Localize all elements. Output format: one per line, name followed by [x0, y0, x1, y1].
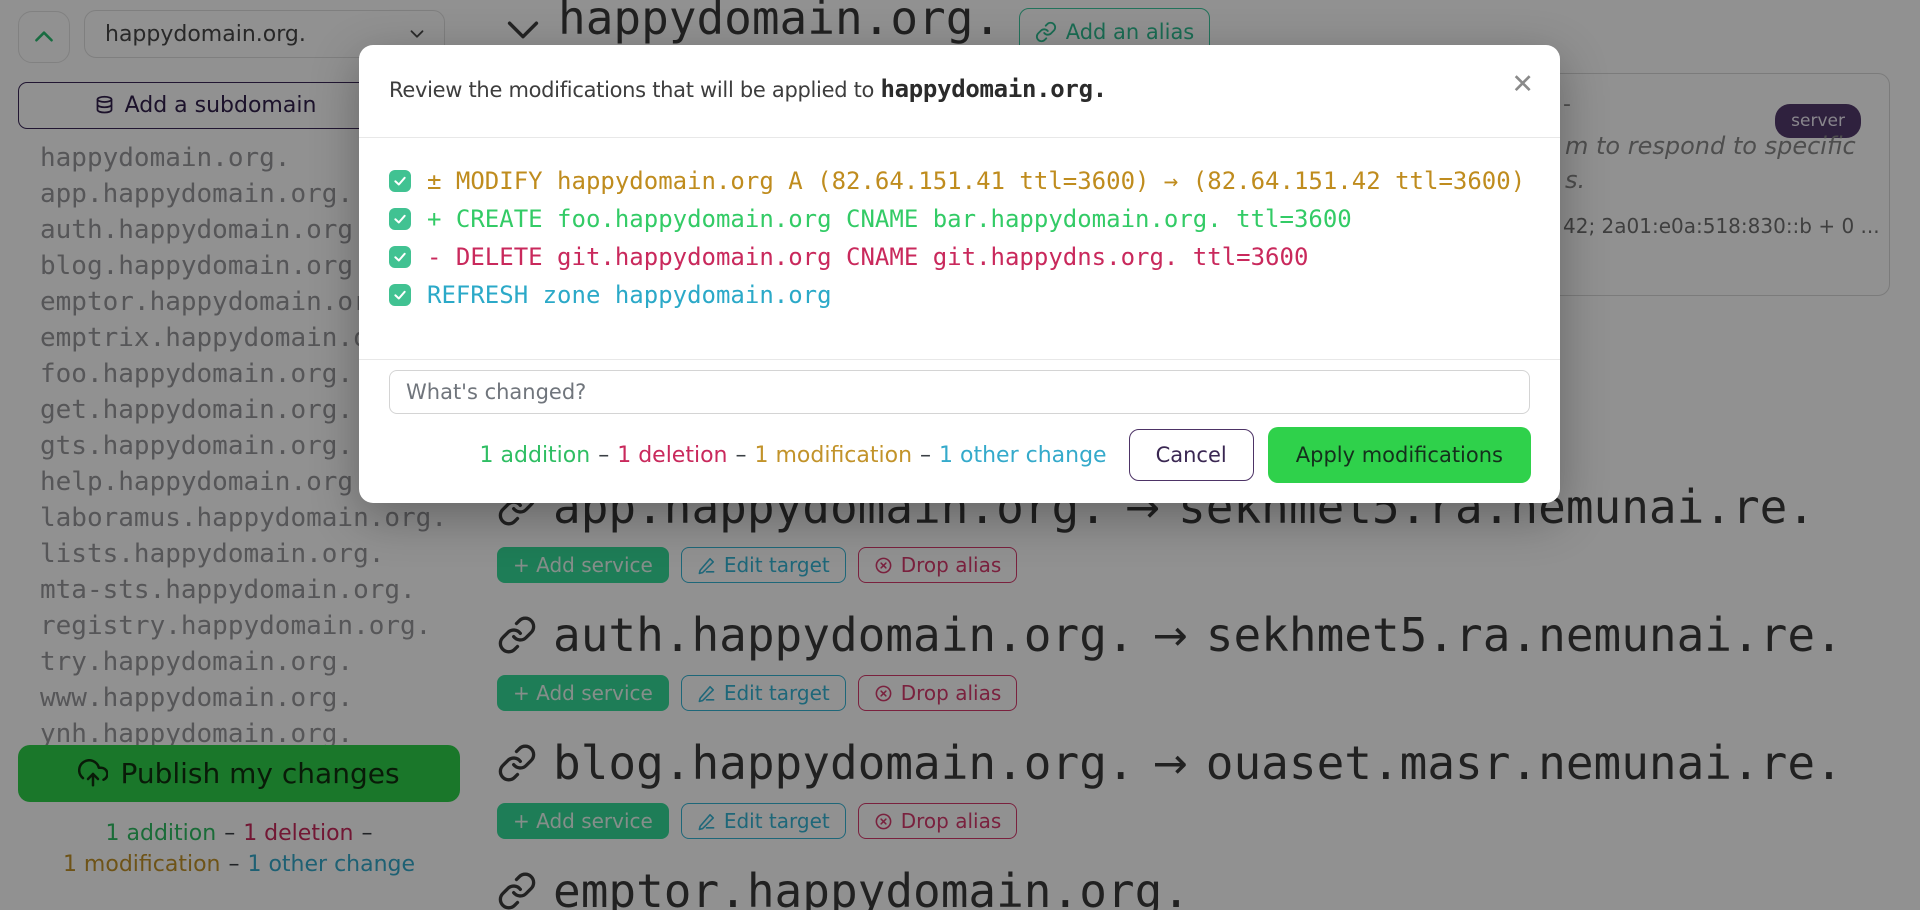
modal-header: Review the modifications that will be ap… [359, 45, 1560, 138]
change-summary-segment: 1 deletion [617, 443, 727, 468]
cancel-button[interactable]: Cancel [1129, 429, 1254, 481]
modal-change-summary: 1 addition–1 deletion–1 modification–1 o… [476, 443, 1111, 468]
modification-row: ± MODIFY happydomain.org A (82.64.151.41… [389, 166, 1530, 196]
modification-text: REFRESH zone happydomain.org [427, 281, 832, 309]
change-summary-segment: 1 modification [754, 443, 912, 468]
modification-row: REFRESH zone happydomain.org [389, 280, 1530, 310]
modal-footer: 1 addition–1 deletion–1 modification–1 o… [359, 427, 1560, 483]
modal-title: Review the modifications that will be ap… [389, 73, 1530, 106]
modification-text: + CREATE foo.happydomain.org CNAME bar.h… [427, 205, 1352, 233]
change-summary-segment: – [920, 443, 931, 468]
review-modifications-modal: Review the modifications that will be ap… [359, 45, 1560, 503]
modification-checkbox[interactable] [389, 170, 411, 192]
modification-text: ± MODIFY happydomain.org A (82.64.151.41… [427, 167, 1525, 195]
change-comment-input[interactable] [389, 370, 1530, 414]
change-summary-segment: – [735, 443, 746, 468]
change-summary-segment: 1 addition [480, 443, 591, 468]
modal-title-domain: happydomain.org. [880, 75, 1106, 103]
modification-row: + CREATE foo.happydomain.org CNAME bar.h… [389, 204, 1530, 234]
modification-text: - DELETE git.happydomain.org CNAME git.h… [427, 243, 1308, 271]
change-summary-segment: – [598, 443, 609, 468]
close-icon[interactable]: ✕ [1511, 71, 1534, 98]
modification-list: ± MODIFY happydomain.org A (82.64.151.41… [359, 138, 1560, 338]
modal-divider [359, 359, 1560, 360]
apply-modifications-button[interactable]: Apply modifications [1268, 427, 1531, 483]
modification-checkbox[interactable] [389, 246, 411, 268]
modification-checkbox[interactable] [389, 284, 411, 306]
change-summary-segment: 1 other change [939, 443, 1107, 468]
modification-row: - DELETE git.happydomain.org CNAME git.h… [389, 242, 1530, 272]
modification-checkbox[interactable] [389, 208, 411, 230]
happydomain-app: happydomain.org. Add a subdomain happydo… [0, 0, 1920, 910]
